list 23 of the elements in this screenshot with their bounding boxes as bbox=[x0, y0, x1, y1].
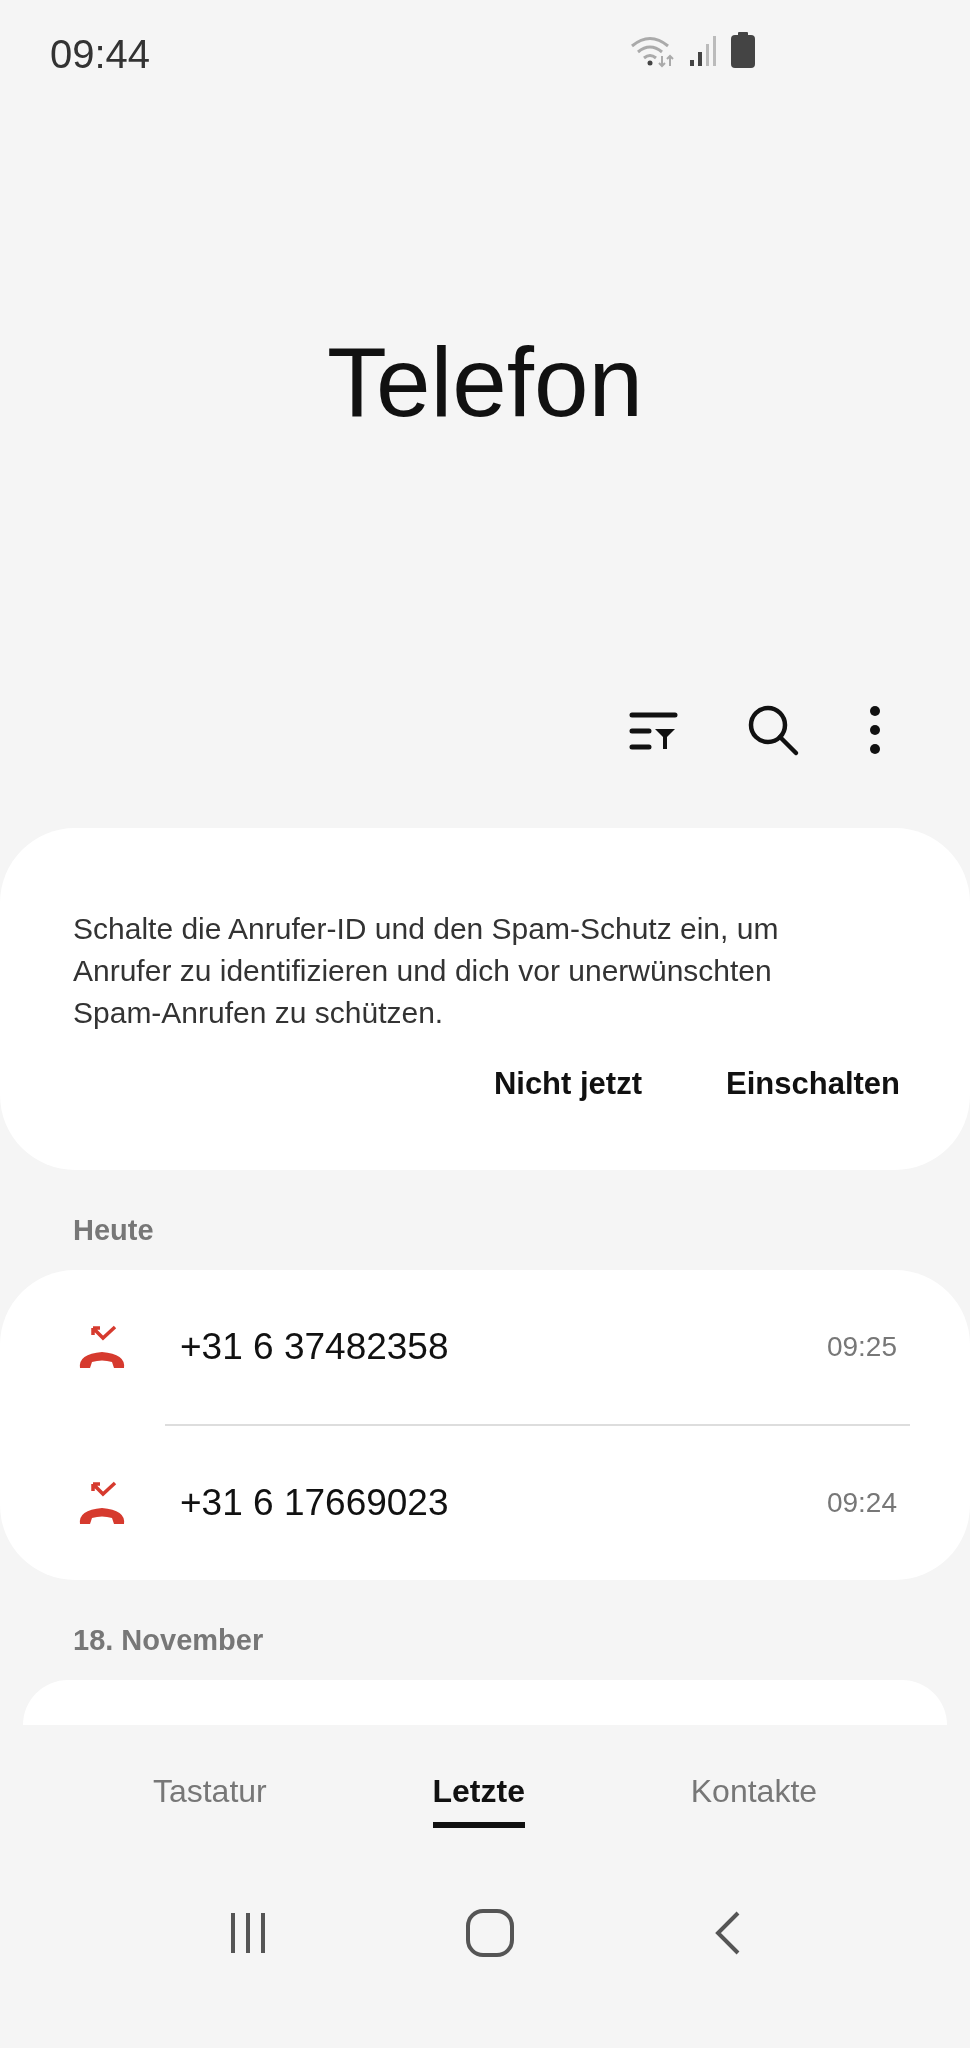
tab[interactable]: Kontakte bbox=[690, 1768, 818, 1828]
battery-icon bbox=[730, 32, 757, 68]
tab[interactable]: Tastatur bbox=[152, 1768, 267, 1828]
banner-button[interactable]: Nicht jetzt bbox=[493, 1066, 642, 1102]
call-log-item[interactable]: +31 6 37482358 09:25 bbox=[0, 1270, 970, 1424]
banner-button[interactable]: Einschalten bbox=[726, 1066, 900, 1102]
call-time: 09:24 bbox=[826, 1487, 897, 1519]
missed-call-icon bbox=[77, 1324, 127, 1370]
group-heading: 18. November bbox=[72, 1623, 265, 1658]
phone-number: +31 6 17669023 bbox=[180, 1482, 450, 1524]
app-title: Telefon bbox=[327, 326, 643, 439]
search-icon[interactable] bbox=[746, 703, 800, 757]
home-icon[interactable] bbox=[465, 1908, 515, 1958]
banner-message: Schalte die Anrufer-ID und den Spam-Schutz ein, um Anrufer zu identifizieren und dich vor unerwünschten Spam-Anrufen zu schützen. bbox=[73, 911, 780, 1031]
status-time: 09:44 bbox=[50, 32, 151, 77]
phone-number: +31 6 37482358 bbox=[180, 1326, 450, 1368]
tab[interactable]: Letzte bbox=[432, 1768, 525, 1828]
signal-icon bbox=[688, 34, 719, 68]
group-heading: Heute bbox=[72, 1213, 155, 1248]
missed-call-icon bbox=[77, 1480, 127, 1526]
call-time: 09:25 bbox=[826, 1331, 897, 1363]
call-log-item[interactable]: +31 6 17669023 09:24 bbox=[0, 1426, 970, 1580]
more-options-icon[interactable] bbox=[868, 705, 882, 755]
